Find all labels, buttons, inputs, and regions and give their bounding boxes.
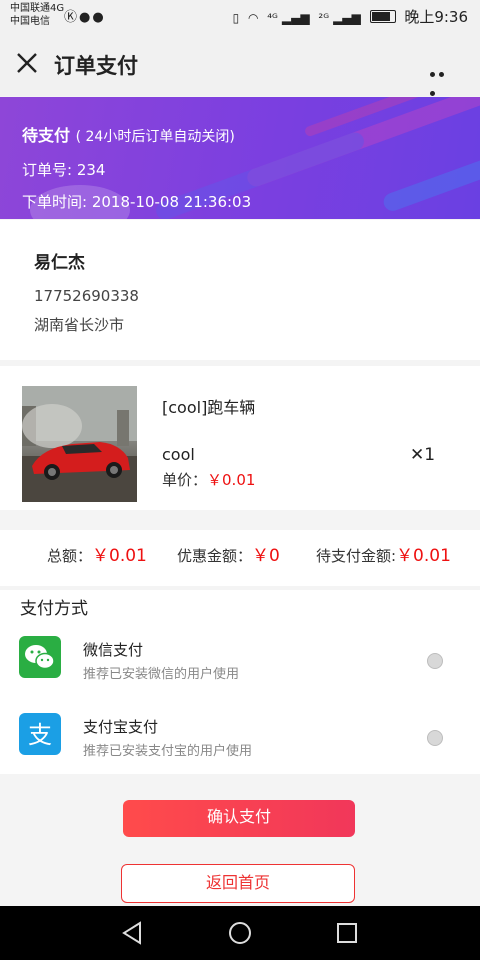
battery-icon [369, 10, 396, 23]
k-icon: Ⓚ [64, 10, 80, 25]
due-value: ￥0.01 [396, 546, 451, 566]
wechat-notify-icon: ● [79, 10, 93, 25]
alipay-icon: 支 [19, 713, 61, 755]
notification-icons: Ⓚ●● [64, 6, 106, 25]
back-nav-icon[interactable] [121, 921, 143, 945]
recipient-name: 易仁杰 [34, 253, 85, 273]
signal-1-icon: ⁴ᴳ [267, 11, 278, 25]
carrier-info: 中国联通4G 中国电信 [10, 2, 64, 28]
payment-option-wechat[interactable] [0, 628, 480, 694]
recipient-address: 湖南省长沙市 [34, 316, 125, 334]
wechat-pay-desc: 推荐已安装微信的用户使用 [83, 667, 240, 682]
product-image [22, 386, 137, 502]
page-title: 订单支付 [54, 54, 138, 78]
message-icon: ● [92, 10, 106, 25]
order-time: 下单时间: 2018-10-08 21:36:03 [22, 193, 252, 211]
unit-price: 单价：￥0.01 [162, 469, 255, 490]
status-text: 待支付 [22, 126, 71, 145]
close-icon[interactable] [16, 52, 38, 74]
payment-option-alipay[interactable] [0, 706, 480, 772]
product-quantity: ✕1 [410, 445, 436, 465]
alipay-radio[interactable] [427, 730, 443, 746]
discount-value: ￥0 [252, 546, 280, 566]
due-amount: 待支付金额:￥0.01 [316, 541, 451, 566]
back-home-button[interactable]: 返回首页 [121, 864, 355, 903]
status-note: ( 24小时后订单自动关闭) [75, 129, 235, 145]
recipient-phone: 17752690338 [34, 287, 139, 305]
due-label: 待支付金额: [316, 547, 397, 565]
vibrate-icon: ▯ [232, 11, 240, 25]
clock: 晚上9:36 [404, 8, 468, 26]
carrier-2: 中国电信 [10, 16, 50, 27]
alipay-pay-desc: 推荐已安装支付宝的用户使用 [83, 744, 253, 759]
signal-2-icon: ²ᴳ [318, 11, 330, 25]
wechat-radio[interactable] [427, 653, 443, 669]
home-nav-icon[interactable] [228, 921, 252, 945]
unit-price-label: 单价： [162, 471, 208, 489]
signal-bars-1-icon: ▂▄▆ [281, 11, 310, 25]
status-right: ▯ ◠ ⁴ᴳ ▂▄▆ ²ᴳ ▂▄▆ 晚上9:36 [233, 6, 468, 27]
total-label: 总额： [47, 547, 93, 565]
wifi-icon: ◠ [247, 11, 259, 25]
signal-bars-2-icon: ▂▄▆ [333, 11, 361, 25]
svg-text:支: 支 [28, 721, 52, 749]
order-status: 待支付 ( 24小时后订单自动关闭) [22, 122, 235, 146]
unit-price-value: ￥0.01 [207, 471, 256, 489]
order-number: 订单号: 234 [22, 161, 106, 179]
product-name: [cool]跑车辆 [162, 398, 256, 417]
more-icon[interactable] [430, 62, 456, 96]
carrier-1: 中国联通4G [10, 3, 65, 14]
total-value: ￥0.01 [92, 546, 147, 566]
total-amount: 总额：￥0.01 [47, 541, 147, 566]
payment-title: 支付方式 [20, 599, 88, 619]
product-spec: cool [162, 445, 195, 464]
wechat-pay-name: 微信支付 [83, 641, 144, 659]
alipay-pay-name: 支付宝支付 [83, 718, 159, 736]
discount-amount: 优惠金额：￥0 [177, 541, 280, 566]
wechat-icon [19, 636, 61, 678]
recents-nav-icon[interactable] [336, 922, 358, 944]
confirm-payment-button[interactable]: 确认支付 [123, 800, 355, 837]
discount-label: 优惠金额： [177, 547, 253, 565]
